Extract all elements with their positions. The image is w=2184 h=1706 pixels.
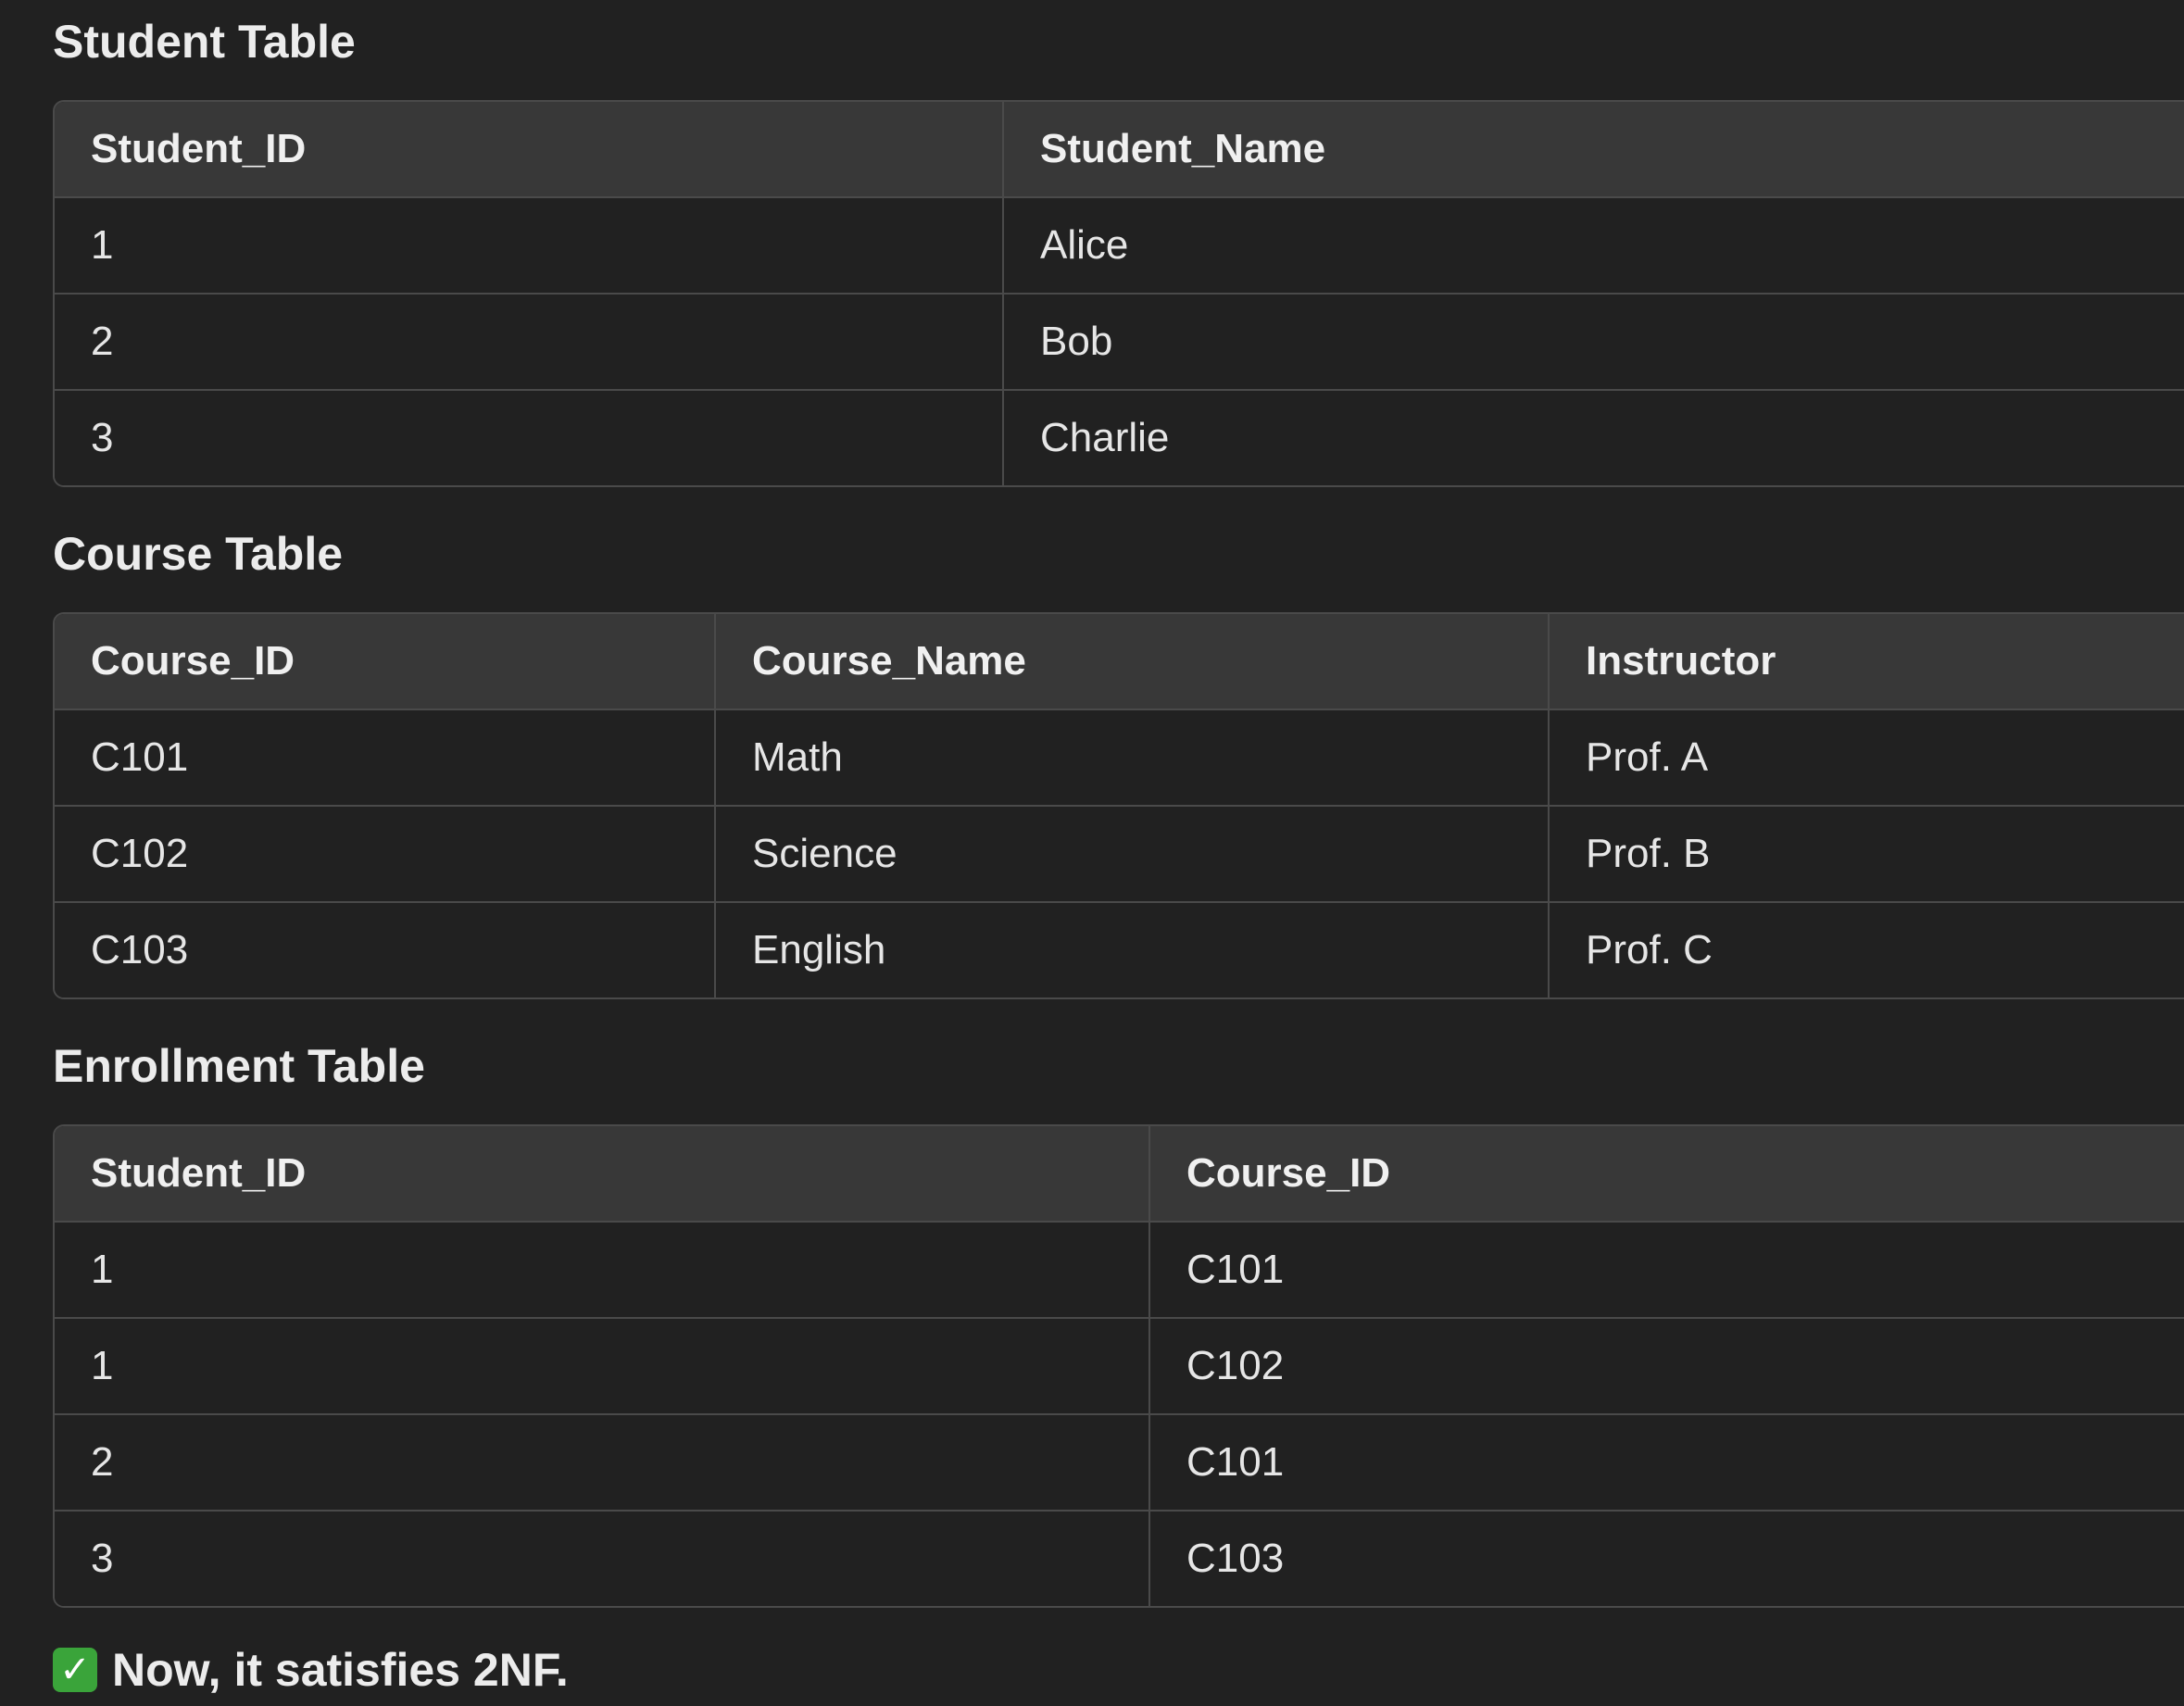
course-table: Course_ID Course_Name Instructor C101 Ma… (53, 612, 2184, 999)
section-heading: Student Table (53, 16, 356, 68)
table-row: C103 English Prof. C (55, 902, 2184, 997)
table-cell: C103 (1149, 1511, 2184, 1606)
table-cell: Prof. B (1549, 806, 2184, 903)
table-header-row: Student_ID Course_ID (55, 1126, 2184, 1223)
table-row: 2 Bob (55, 294, 2184, 391)
table-row: 3 Charlie (55, 390, 2184, 485)
table-header-row: Course_ID Course_Name Instructor (55, 614, 2184, 710)
enrollment-table: Student_ID Course_ID 1 C101 1 C102 2 C10… (53, 1124, 2184, 1608)
table-cell: Math (715, 709, 1550, 807)
table-cell: 3 (55, 390, 1004, 485)
student-table-section: Student Table Student_ID Student_Name 1 … (53, 0, 2184, 487)
document-content: Student Table Student_ID Student_Name 1 … (53, 0, 2184, 1698)
table-cell: Bob (1003, 294, 2184, 391)
table-cell: C103 (55, 902, 716, 997)
table-cell: C101 (55, 709, 716, 807)
table-cell: Alice (1003, 197, 2184, 295)
table-cell: Science (715, 806, 1550, 903)
table-cell: 2 (55, 1414, 1150, 1512)
section-heading: Course Table (53, 528, 344, 580)
column-header: Course_ID (55, 614, 716, 710)
table-cell: 1 (55, 197, 1004, 295)
table-row: 1 C102 (55, 1318, 2184, 1415)
enrollment-table-section: Enrollment Table Student_ID Course_ID 1 … (53, 1024, 2184, 1608)
table-cell: Charlie (1003, 390, 2184, 485)
conclusion-text: Now, it satisfies 2NF. (112, 1644, 569, 1696)
table-row: C101 Math Prof. A (55, 709, 2184, 807)
table-cell: C102 (1149, 1318, 2184, 1415)
check-mark-button-icon: ✓ (53, 1648, 97, 1692)
table-row: C102 Science Prof. B (55, 806, 2184, 903)
table-cell: English (715, 902, 1550, 997)
column-header: Student_Name (1003, 102, 2184, 198)
table-cell: C102 (55, 806, 716, 903)
column-header: Course_Name (715, 614, 1550, 710)
table-cell: C101 (1149, 1414, 2184, 1512)
column-header: Instructor (1549, 614, 2184, 710)
table-cell: Prof. A (1549, 709, 2184, 807)
section-heading: Enrollment Table (53, 1040, 425, 1092)
column-header: Student_ID (55, 1126, 1150, 1223)
column-header: Course_ID (1149, 1126, 2184, 1223)
table-row: 2 C101 (55, 1414, 2184, 1512)
column-header: Student_ID (55, 102, 1004, 198)
table-row: 1 Alice (55, 197, 2184, 295)
table-cell: 3 (55, 1511, 1150, 1606)
table-cell: Prof. C (1549, 902, 2184, 997)
table-header-row: Student_ID Student_Name (55, 102, 2184, 198)
table-cell: 1 (55, 1222, 1150, 1319)
table-cell: 2 (55, 294, 1004, 391)
table-cell: C101 (1149, 1222, 2184, 1319)
course-table-section: Course Table Course_ID Course_Name Instr… (53, 512, 2184, 999)
table-row: 3 C103 (55, 1511, 2184, 1606)
conclusion-line: ✓ Now, it satisfies 2NF. (53, 1642, 2184, 1698)
student-table: Student_ID Student_Name 1 Alice 2 Bob 3 (53, 100, 2184, 487)
table-row: 1 C101 (55, 1222, 2184, 1319)
table-cell: 1 (55, 1318, 1150, 1415)
